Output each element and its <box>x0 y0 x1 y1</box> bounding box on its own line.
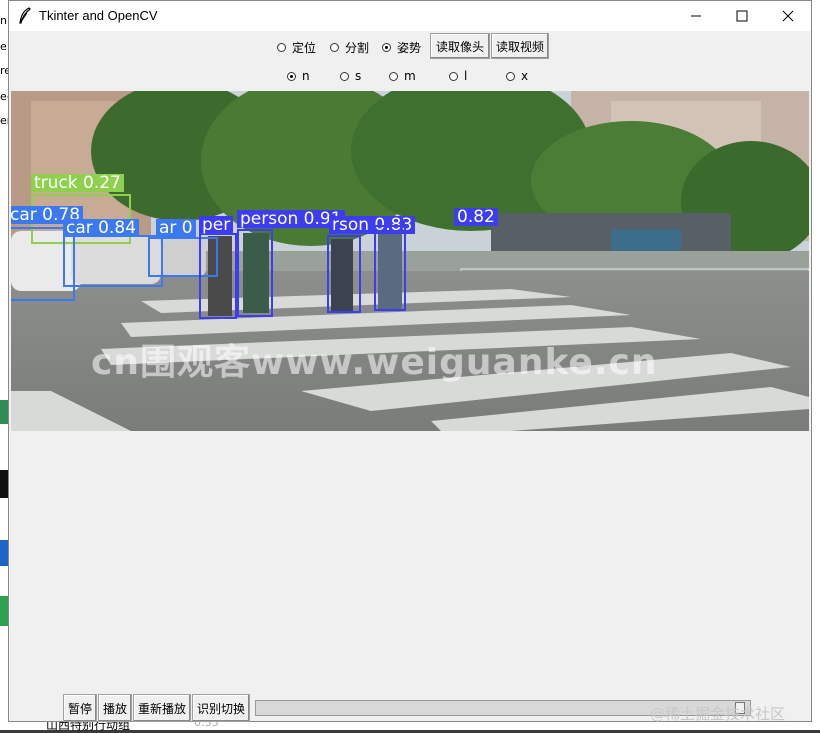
detection-box-person <box>374 225 406 311</box>
play-button[interactable]: 播放 <box>98 694 132 722</box>
background-text: n <box>0 14 7 27</box>
video-frame: truck 0.27 car 0.78 car 0.84 ar 0 per pe… <box>11 91 809 431</box>
model-radio-m[interactable]: m <box>389 65 416 87</box>
mode-radio-locate[interactable]: 定位 <box>277 36 316 58</box>
background-block <box>0 400 8 424</box>
radio-indicator <box>382 42 391 52</box>
radio-indicator <box>449 71 458 81</box>
model-label: m <box>404 69 416 83</box>
corner-watermark: @稀土掘金技术社区 <box>650 705 786 723</box>
radio-indicator <box>287 71 296 81</box>
switch-recognition-button[interactable]: 识别切换 <box>192 694 250 722</box>
detection-label: ar 0 <box>156 219 196 237</box>
model-radio-n[interactable]: n <box>287 65 310 87</box>
read-video-button[interactable]: 读取视频 <box>491 33 549 59</box>
feather-icon <box>19 7 31 24</box>
maximize-button[interactable] <box>719 1 765 31</box>
background-app-right <box>812 0 820 730</box>
read-camera-button[interactable]: 读取像头 <box>430 33 490 59</box>
background-block <box>0 470 8 498</box>
background-block <box>0 596 8 626</box>
video-watermark: cn围观客www.weiguanke.cn <box>91 342 658 383</box>
radio-indicator <box>506 71 515 81</box>
detection-label: 0.82 <box>454 208 498 226</box>
mode-radio-segment[interactable]: 分割 <box>330 36 369 58</box>
mode-label: 定位 <box>292 40 317 55</box>
model-radio-x[interactable]: x <box>506 65 528 87</box>
close-icon <box>782 10 794 22</box>
minimize-button[interactable] <box>673 1 719 31</box>
model-radio-l[interactable]: l <box>449 65 467 87</box>
detection-label: truck 0.27 <box>31 174 124 192</box>
title-bar[interactable]: Tkinter and OpenCV <box>9 1 811 31</box>
model-radio-s[interactable]: s <box>340 65 361 87</box>
pause-button[interactable]: 暂停 <box>63 694 97 722</box>
radio-indicator <box>277 42 286 52</box>
radio-indicator <box>330 42 339 52</box>
model-label: l <box>464 69 468 83</box>
background-text: e <box>0 40 7 53</box>
maximize-icon <box>736 10 748 22</box>
detection-box-person <box>237 229 273 317</box>
model-label: n <box>302 69 310 83</box>
mode-label: 姿势 <box>397 40 422 55</box>
background-block <box>0 540 8 566</box>
detection-box-person <box>327 235 361 313</box>
close-button[interactable] <box>765 1 811 31</box>
detection-box-person <box>199 233 237 319</box>
detection-label: per <box>199 216 234 234</box>
app-window: Tkinter and OpenCV 定位 分割 姿势 读取像头 读取视频 n … <box>8 0 812 722</box>
minimize-icon <box>691 15 701 17</box>
window-title: Tkinter and OpenCV <box>39 8 158 23</box>
radio-indicator <box>340 71 349 81</box>
radio-indicator <box>389 71 398 81</box>
model-toolbar: n s m l x <box>9 65 811 87</box>
replay-button[interactable]: 重新播放 <box>133 694 191 722</box>
mode-label: 分割 <box>345 40 370 55</box>
mode-radio-pose[interactable]: 姿势 <box>382 36 421 58</box>
detection-label: car 0.84 <box>63 219 140 237</box>
model-label: s <box>355 69 362 83</box>
model-label: x <box>521 69 529 83</box>
mode-toolbar: 定位 分割 姿势 读取像头 读取视频 <box>9 33 811 63</box>
